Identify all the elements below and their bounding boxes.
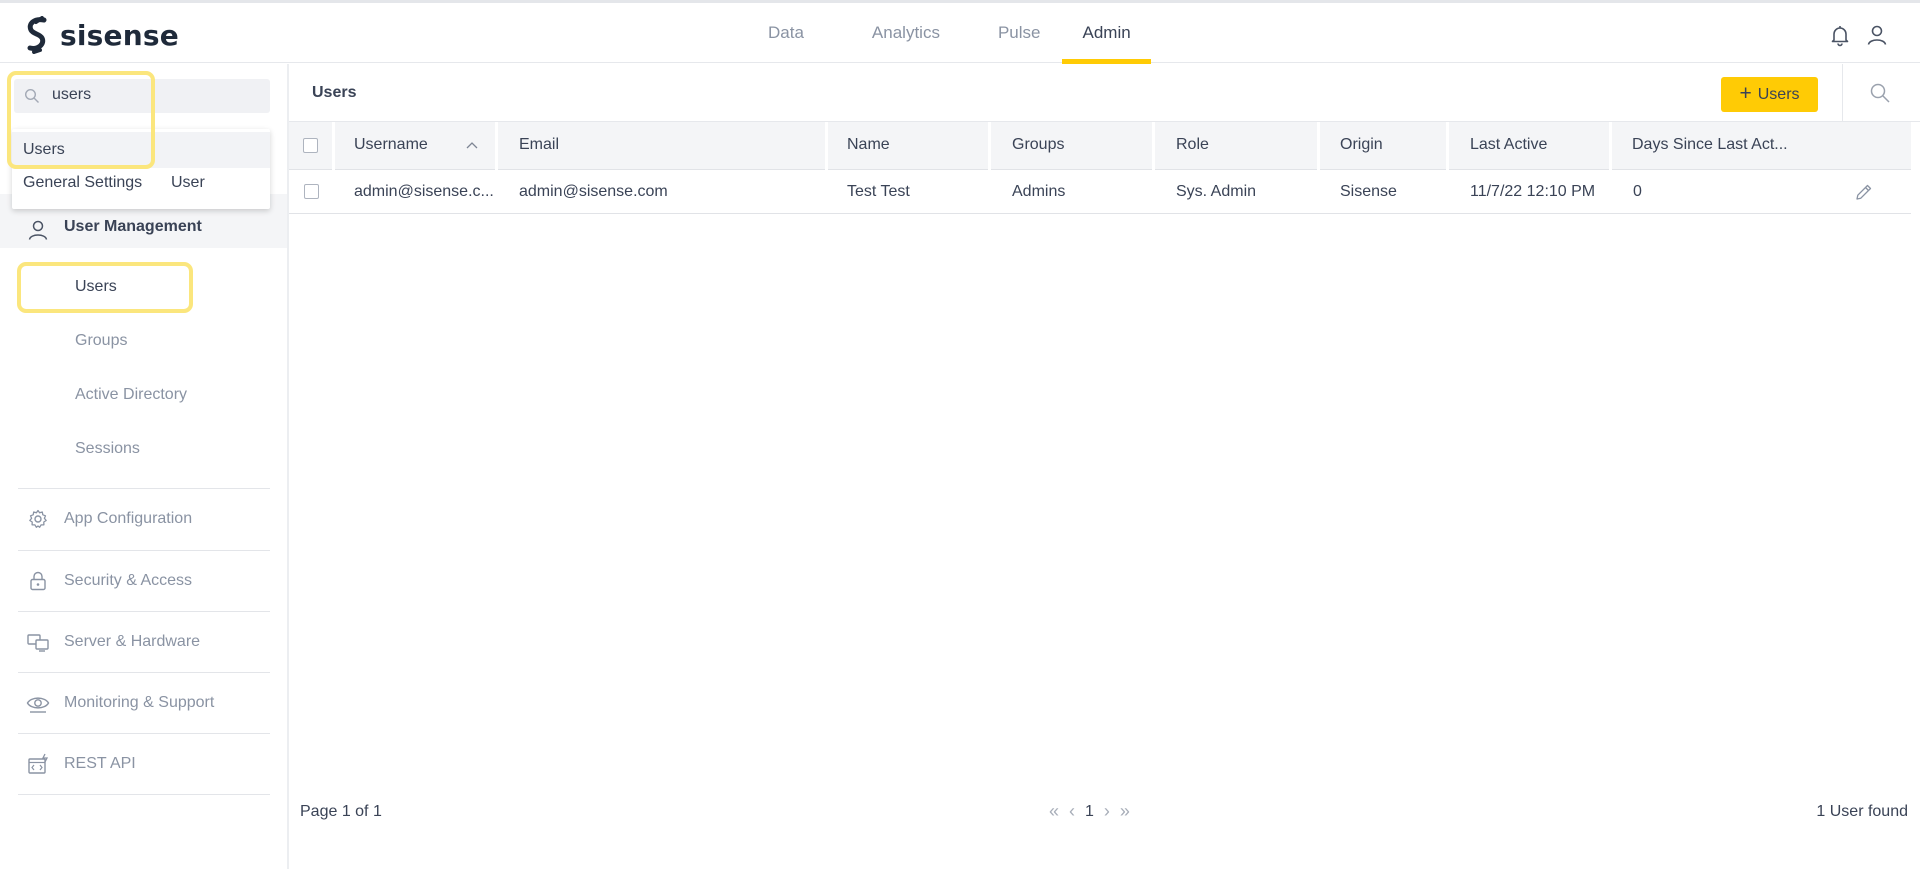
- column-separator: [988, 122, 991, 170]
- highlight-search: [7, 71, 155, 169]
- row-checkbox[interactable]: [304, 184, 319, 199]
- section-label: Server & Hardware: [64, 633, 201, 650]
- prev-page-icon[interactable]: ‹: [1069, 801, 1075, 822]
- toolbar-divider: [1842, 64, 1843, 122]
- bell-icon[interactable]: [1828, 23, 1852, 47]
- section-label: Monitoring & Support: [64, 694, 215, 711]
- cell-role: Sys. Admin: [1176, 183, 1257, 200]
- highlight-users: [17, 262, 193, 313]
- monitoring-icon: [26, 697, 50, 713]
- column-separator: [1317, 122, 1320, 170]
- page-title: Users: [312, 84, 357, 101]
- add-users-label: Users: [1757, 85, 1800, 103]
- select-all-checkbox[interactable]: [303, 138, 318, 153]
- sidebar-item-sessions[interactable]: Sessions: [75, 440, 140, 458]
- column-header-days-since-last-active[interactable]: Days Since Last Act...: [1632, 136, 1788, 154]
- search-chip-general-settings[interactable]: General Settings: [23, 174, 142, 192]
- brand-name: sisense: [60, 18, 179, 52]
- sort-ascending-icon[interactable]: [466, 140, 478, 150]
- sidebar-section-monitoring-support[interactable]: Monitoring & Support: [18, 672, 270, 733]
- last-page-icon[interactable]: »: [1120, 801, 1130, 822]
- table-row[interactable]: admin@sisense.c... admin@sisense.com Tes…: [289, 170, 1911, 214]
- sidebar-item-groups[interactable]: Groups: [75, 332, 127, 350]
- add-users-button[interactable]: + Users: [1721, 77, 1818, 112]
- cell-days-since-last-active: 0: [1633, 183, 1642, 200]
- column-header-origin[interactable]: Origin: [1340, 136, 1383, 154]
- sisense-logo-icon: [27, 16, 47, 54]
- column-header-groups[interactable]: Groups: [1012, 136, 1064, 154]
- main-content: Users + Users Username Email Name Groups…: [289, 64, 1920, 869]
- sidebar-item-active-directory[interactable]: Active Directory: [75, 386, 187, 404]
- cell-username: admin@sisense.c...: [354, 183, 494, 200]
- users-found-count: 1 User found: [1816, 803, 1908, 820]
- column-separator: [1152, 122, 1155, 170]
- plus-icon: +: [1739, 81, 1752, 105]
- next-page-icon[interactable]: ›: [1104, 801, 1110, 822]
- column-header-role[interactable]: Role: [1176, 136, 1209, 154]
- sidebar-section-server-hardware[interactable]: Server & Hardware: [18, 611, 270, 672]
- column-separator: [332, 122, 335, 170]
- cell-name: Test Test: [847, 183, 910, 200]
- column-header-name[interactable]: Name: [847, 136, 890, 154]
- sidebar: users Users General Settings User User M…: [0, 64, 289, 869]
- sidebar-section-rest-api[interactable]: REST API: [18, 733, 270, 794]
- sidebar-section-app-configuration[interactable]: App Configuration: [18, 488, 270, 549]
- sidebar-divider: [18, 794, 270, 795]
- table-header: Username Email Name Groups Role Origin L…: [289, 122, 1911, 170]
- column-separator: [495, 122, 498, 170]
- sidebar-section-security-access[interactable]: Security & Access: [18, 550, 270, 611]
- main-toolbar: Users + Users: [289, 64, 1920, 122]
- lock-icon: [30, 571, 46, 591]
- sisense-logo[interactable]: sisense: [22, 15, 179, 55]
- tab-pulse[interactable]: Pulse: [978, 3, 1061, 63]
- page-info: Page 1 of 1: [300, 803, 382, 820]
- current-page[interactable]: 1: [1085, 803, 1094, 821]
- pencil-icon[interactable]: [1854, 182, 1874, 202]
- main-nav: Data Analytics Pulse Admin: [748, 3, 1151, 64]
- tab-data[interactable]: Data: [748, 3, 824, 63]
- column-separator: [1609, 122, 1612, 170]
- user-icon[interactable]: [1865, 23, 1889, 47]
- cell-email: admin@sisense.com: [519, 183, 668, 200]
- section-label: REST API: [64, 755, 136, 772]
- column-header-email[interactable]: Email: [519, 136, 559, 154]
- gear-icon: [29, 509, 47, 528]
- section-label: Security & Access: [64, 572, 193, 589]
- sidebar-group-label: User Management: [64, 218, 202, 235]
- tab-analytics[interactable]: Analytics: [852, 3, 960, 63]
- server-icon: [27, 634, 49, 652]
- cell-last-active: 11/7/22 12:10 PM: [1470, 183, 1596, 200]
- column-header-username[interactable]: Username: [354, 136, 428, 154]
- cell-groups: Admins: [1012, 183, 1066, 200]
- tab-admin[interactable]: Admin: [1062, 3, 1151, 64]
- column-separator: [1446, 122, 1449, 170]
- first-page-icon[interactable]: «: [1049, 801, 1059, 822]
- user-icon: [28, 220, 48, 240]
- search-chip-user[interactable]: User: [171, 174, 205, 192]
- cell-origin: Sisense: [1340, 183, 1397, 200]
- column-header-last-active[interactable]: Last Active: [1470, 136, 1547, 154]
- rest-api-icon: [28, 753, 49, 774]
- top-header: sisense Data Analytics Pulse Admin: [0, 3, 1920, 64]
- pagination: « ‹ 1 › »: [1049, 801, 1130, 822]
- column-separator: [825, 122, 828, 170]
- search-icon[interactable]: [1869, 82, 1891, 104]
- section-label: App Configuration: [64, 510, 193, 527]
